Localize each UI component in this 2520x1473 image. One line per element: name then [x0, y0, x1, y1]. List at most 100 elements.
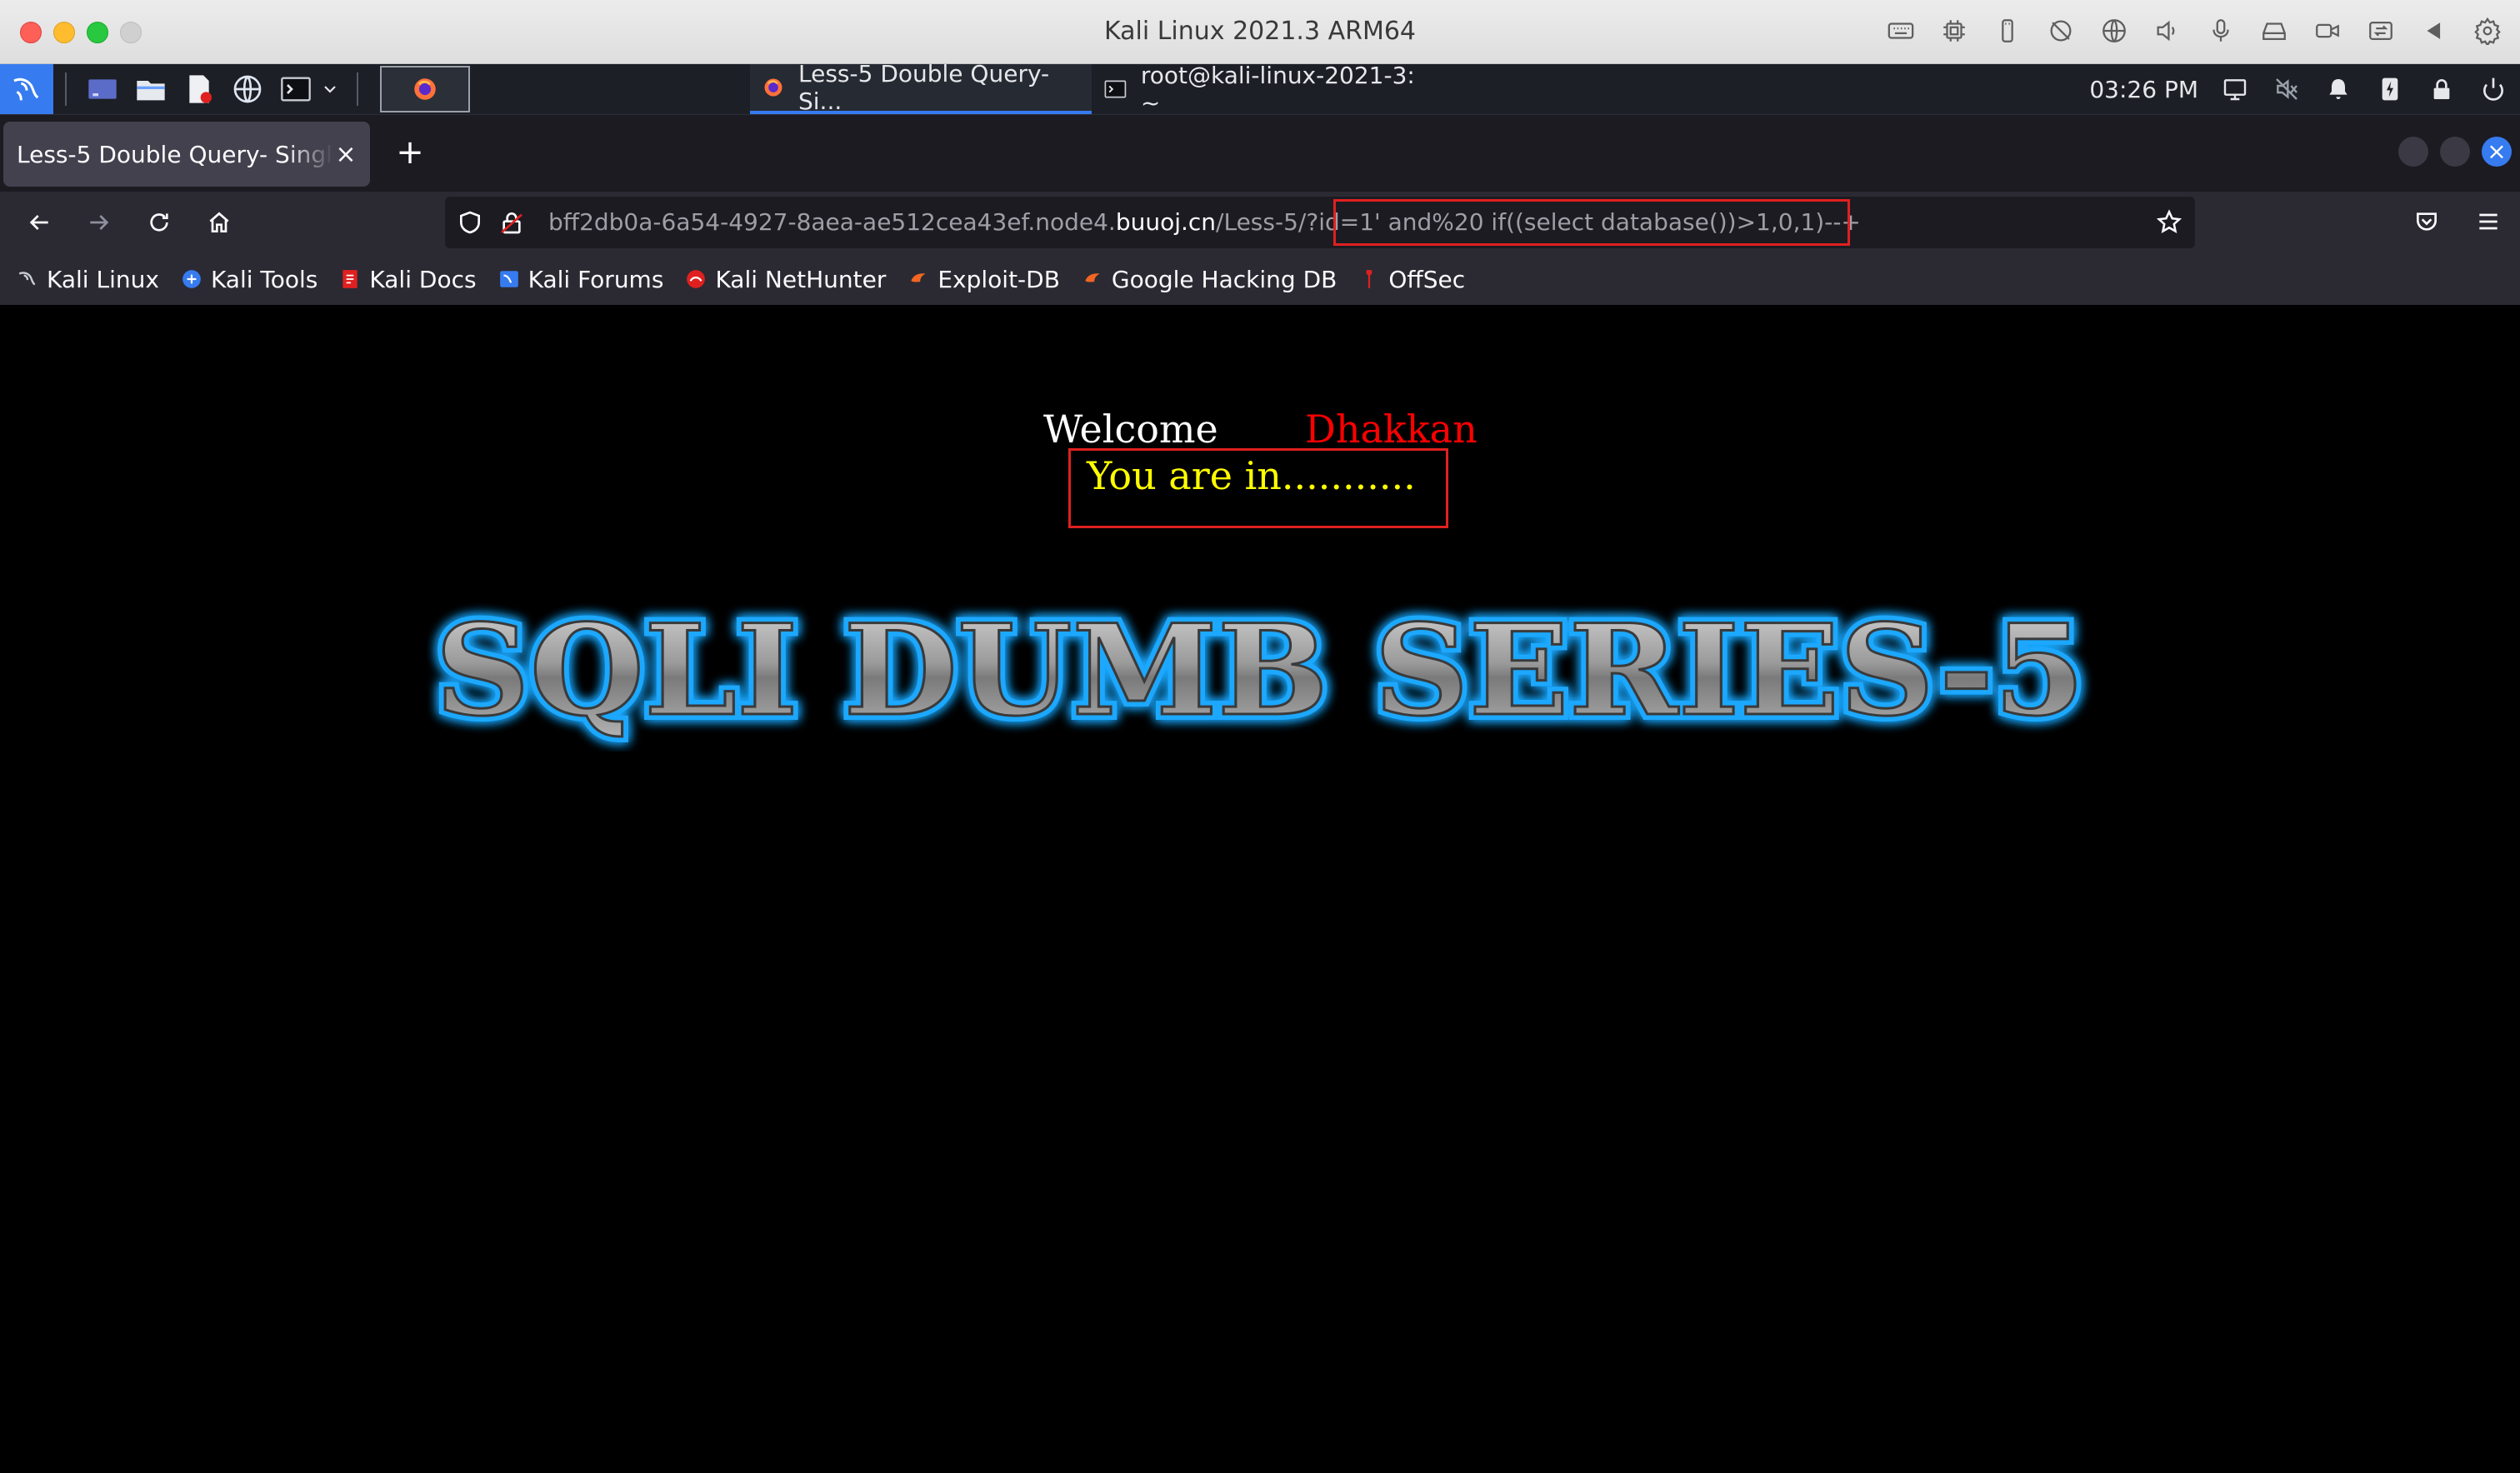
- text-editor-icon: [189, 75, 212, 103]
- pocket-icon: [2417, 212, 2437, 231]
- taskbar-firefox-window[interactable]: Less-5 Double Query- Si...: [750, 60, 1092, 115]
- tab-title: Less-5 Double Query- Single Quotes- Stri…: [17, 140, 333, 168]
- keyboard-icon[interactable]: [1885, 15, 1917, 47]
- welcome-text: Welcome: [1043, 407, 1218, 452]
- chevron-down-icon: [324, 86, 336, 93]
- bookmark-label: Kali Tools: [210, 265, 318, 293]
- shared-folder-icon[interactable]: [2365, 15, 2397, 47]
- workspace-switcher[interactable]: [380, 66, 470, 112]
- bookmark-label: Exploit-DB: [938, 265, 1060, 293]
- kali-menu-button[interactable]: [0, 64, 53, 114]
- kali-dragon-icon: [13, 77, 39, 101]
- bookmark-label: Kali Docs: [369, 265, 477, 293]
- bookmark-label: Kali NetHunter: [715, 265, 887, 293]
- bookmark-exploit-db[interactable]: Exploit-DB: [908, 266, 1060, 293]
- network-status-icon[interactable]: [2220, 74, 2250, 104]
- settings-icon[interactable]: [2472, 15, 2503, 47]
- web-browser-launcher[interactable]: [228, 70, 267, 108]
- hamburger-menu-icon: [2479, 213, 2498, 230]
- kali-top-panel: Less-5 Double Query- Si... root@kali-lin…: [0, 60, 2520, 117]
- window-close-icon[interactable]: ×: [2482, 137, 2512, 167]
- bookmark-label: Kali Forums: [528, 265, 664, 293]
- offsec-icon: [1367, 270, 1372, 288]
- nethunter-icon: [687, 270, 706, 288]
- exploit-db-icon: [911, 273, 927, 282]
- bookmark-kali-linux[interactable]: Kali Linux: [17, 266, 159, 293]
- browser-tab-active[interactable]: Less-5 Double Query- Single Quotes- Stri…: [3, 122, 370, 187]
- url-host: buuoj.cn: [1115, 208, 1217, 236]
- workspace-icon: [88, 79, 117, 99]
- drive-icon[interactable]: [2258, 15, 2290, 47]
- camera-off-icon[interactable]: [2045, 15, 2077, 47]
- kali-forums-icon: [499, 271, 518, 287]
- volume-icon[interactable]: [2152, 15, 2183, 47]
- reload-icon: [150, 213, 168, 232]
- vm-toolbar: [1885, 15, 2503, 47]
- browser-tab-bar: Less-5 Double Query- Single Quotes- Stri…: [0, 115, 2520, 192]
- kali-tools-icon: [182, 270, 201, 288]
- bookmark-label: Google Hacking DB: [1111, 265, 1338, 293]
- taskbar-item-label: Less-5 Double Query- Si...: [798, 60, 1050, 115]
- app-menu-button[interactable]: [2470, 203, 2507, 240]
- window-maximize-button[interactable]: [2440, 137, 2470, 167]
- url-subdomain: bff2db0a-6a54-4927-8aea-ae512cea43ef.nod…: [548, 208, 1116, 236]
- launcher-dropdown[interactable]: [320, 70, 340, 108]
- sqli-series-banner: SQLI DUMB SERIES-5 SQLI DUMB SERIES-5: [429, 602, 2091, 750]
- tab-close-icon[interactable]: ×: [333, 140, 358, 169]
- firefox-icon: [764, 78, 782, 97]
- bookmark-star-icon[interactable]: [2155, 208, 2183, 237]
- firefox-icon: [414, 78, 436, 100]
- logout-icon[interactable]: [2478, 74, 2508, 104]
- bookmark-kali-docs[interactable]: Kali Docs: [339, 265, 477, 293]
- bookmark-label: OffSec: [1388, 265, 1466, 293]
- back-button[interactable]: [20, 203, 58, 242]
- tracking-protection-shield-icon[interactable]: [457, 209, 483, 236]
- username-text: Dhakkan: [1305, 407, 1478, 452]
- lock-screen-icon[interactable]: [2427, 74, 2457, 104]
- usb-icon[interactable]: [1992, 15, 2023, 47]
- reload-button[interactable]: [140, 203, 178, 242]
- file-manager-launcher[interactable]: [132, 70, 170, 108]
- text-editor-launcher[interactable]: [180, 70, 218, 108]
- ghdb-icon: [1085, 273, 1100, 282]
- welcome-line: Welcome Dhakkan: [1043, 407, 1478, 452]
- bookmark-offsec[interactable]: OffSec: [1358, 266, 1465, 293]
- window-minimize-button[interactable]: [2398, 137, 2428, 167]
- bookmark-google-hacking-db[interactable]: Google Hacking DB: [1082, 266, 1337, 293]
- back-icon[interactable]: [2418, 15, 2450, 47]
- pocket-button[interactable]: [2408, 203, 2445, 240]
- video-icon[interactable]: [2312, 15, 2343, 47]
- panel-clock[interactable]: 03:26 PM: [2089, 76, 2198, 103]
- bookmark-label: Kali Linux: [47, 265, 159, 293]
- new-tab-button[interactable]: +: [390, 133, 430, 173]
- taskbar-terminal-window[interactable]: root@kali-linux-2021-3: ~: [1092, 62, 1442, 117]
- bookmark-kali-nethunter[interactable]: Kali NetHunter: [685, 266, 886, 293]
- insecure-lock-icon[interactable]: [498, 209, 525, 236]
- globe-icon: [233, 75, 262, 103]
- desktop-launcher[interactable]: [83, 70, 122, 108]
- home-button[interactable]: [200, 203, 238, 242]
- terminal-icon: [1104, 80, 1127, 98]
- banner-text: SQLI DUMB SERIES-5: [435, 602, 2085, 744]
- bookmarks-toolbar: Kali Linux Kali Tools Kali Docs Kali For…: [0, 253, 2520, 305]
- arrow-left-icon: [29, 215, 48, 230]
- bookmark-kali-forums[interactable]: Kali Forums: [498, 265, 664, 293]
- notifications-icon[interactable]: [2323, 74, 2353, 104]
- bookmark-kali-tools[interactable]: Kali Tools: [181, 266, 318, 293]
- browser-navigation-bar: bff2db0a-6a54-4927-8aea-ae512cea43ef.nod…: [0, 192, 2520, 253]
- network-icon[interactable]: [2098, 15, 2130, 47]
- page-viewport: Welcome Dhakkan You are in........... SQ…: [0, 305, 2520, 1473]
- kali-docs-icon: [342, 270, 358, 288]
- terminal-icon: [281, 77, 311, 102]
- address-bar[interactable]: bff2db0a-6a54-4927-8aea-ae512cea43ef.nod…: [445, 197, 2195, 248]
- microphone-icon[interactable]: [2205, 15, 2237, 47]
- power-manager-icon[interactable]: [2375, 74, 2405, 104]
- cpu-icon[interactable]: [1938, 15, 1970, 47]
- vm-window-titlebar: Kali Linux 2021.3 ARM64: [0, 0, 2520, 64]
- terminal-launcher[interactable]: [277, 70, 315, 108]
- forward-button[interactable]: [80, 203, 118, 242]
- arrow-right-icon: [90, 215, 109, 230]
- home-icon: [209, 212, 229, 232]
- query-result-text: You are in...........: [1087, 453, 1416, 498]
- volume-muted-icon[interactable]: [2272, 74, 2302, 104]
